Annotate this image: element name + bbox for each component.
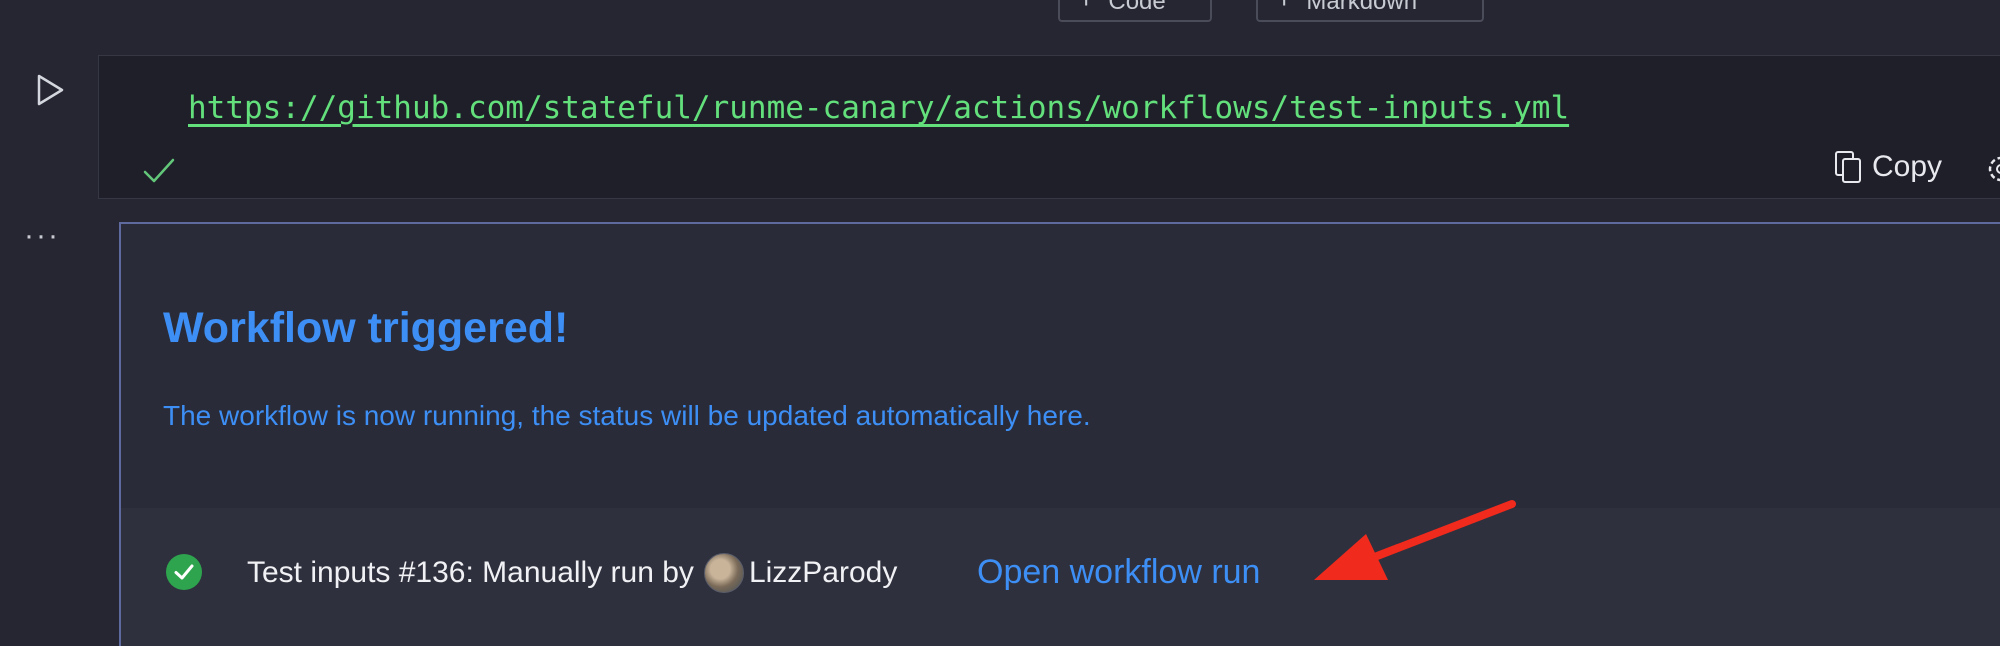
workflow-run-info: Test inputs #136: Manually run by LizzPa… (247, 553, 897, 593)
workflow-run-title: Test inputs #136: Manually run by (247, 556, 694, 589)
check-icon (143, 158, 175, 183)
copy-icon (1835, 151, 1861, 183)
output-title: Workflow triggered! (163, 304, 569, 352)
output-description: The workflow is now running, the status … (163, 400, 1091, 431)
add-code-cell-button[interactable]: + Code (1058, 0, 1212, 22)
more-actions-icon[interactable]: ··· (24, 221, 60, 251)
add-markdown-cell-button[interactable]: + Markdown (1256, 0, 1484, 22)
avatar (703, 553, 744, 593)
notebook-page: + Code + Markdown ··· https://github.com… (0, 0, 2000, 646)
add-code-label: Code (1108, 0, 1166, 15)
copy-button[interactable]: Copy (1834, 150, 1942, 184)
code-cell[interactable] (98, 55, 2000, 199)
copy-label: Copy (1872, 150, 1943, 183)
plus-icon: + (1078, 0, 1094, 14)
annotation-arrow-icon (1314, 500, 1516, 580)
gear-icon[interactable] (1986, 154, 2000, 184)
open-workflow-run-link[interactable]: Open workflow run (977, 553, 1260, 592)
run-cell-icon[interactable] (34, 72, 66, 108)
cell-url-text[interactable]: https://github.com/stateful/runme-canary… (188, 90, 1569, 126)
workflow-run-user: LizzParody (748, 556, 898, 589)
success-check-icon (166, 554, 202, 590)
plus-icon: + (1276, 0, 1292, 14)
add-markdown-label: Markdown (1306, 0, 1418, 15)
